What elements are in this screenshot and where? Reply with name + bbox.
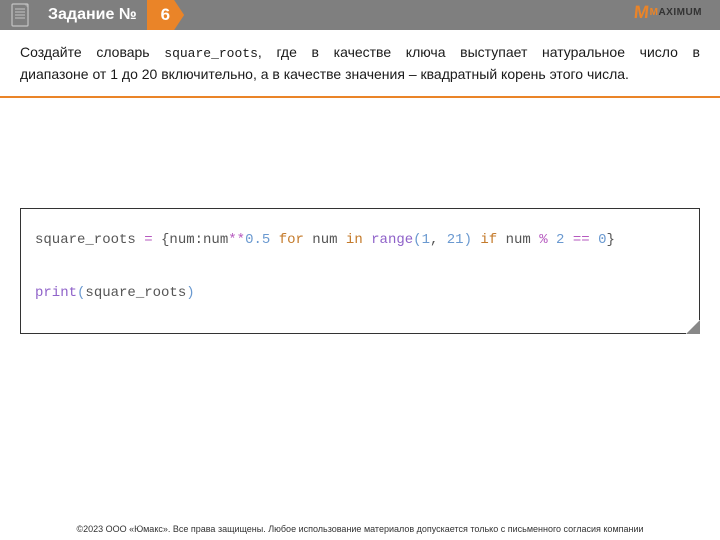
divider — [0, 96, 720, 98]
code-area: square_roots = {num:num**0.5 for num in … — [0, 208, 720, 334]
footer: ©2023 ООО «Юмакс». Все права защищены. Л… — [0, 524, 720, 534]
header-title: Задание № 6 — [44, 0, 184, 30]
task-number: 6 — [147, 0, 184, 30]
task-line2: диапазоне от 1 до 20 включительно, а в к… — [20, 64, 700, 86]
document-icon — [0, 0, 44, 30]
brand-logo: M MAXIMUM — [634, 3, 702, 21]
logo-text: MAXIMUM — [650, 7, 702, 18]
task-label: Задание № — [44, 6, 141, 24]
code-box: square_roots = {num:num**0.5 for num in … — [20, 208, 700, 334]
task-description: Создайте словарь square_roots, где в кач… — [0, 30, 720, 96]
logo-mark-icon: M — [633, 3, 649, 21]
header: Задание № 6 M MAXIMUM — [0, 0, 720, 30]
task-line1: Создайте словарь square_roots, где в кач… — [20, 42, 700, 64]
doc-icon-svg — [11, 3, 33, 27]
